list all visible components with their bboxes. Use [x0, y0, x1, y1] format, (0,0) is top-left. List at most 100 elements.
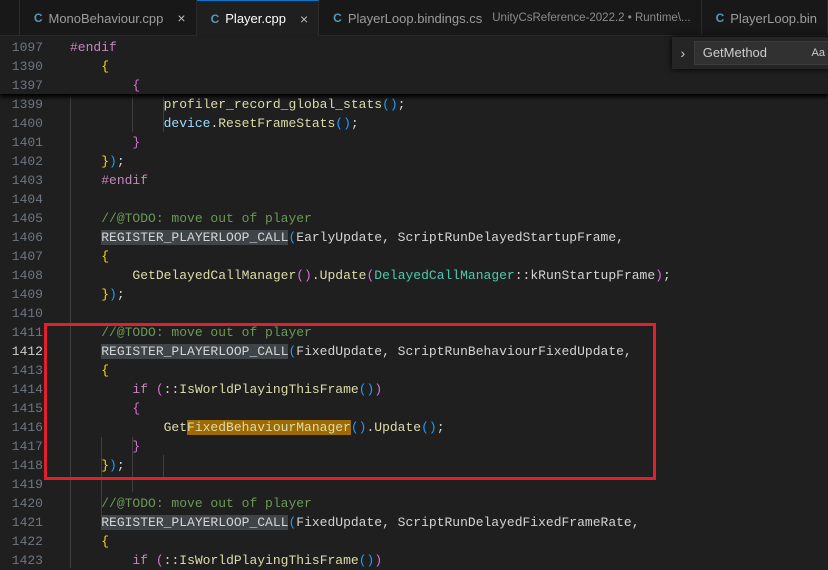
code-line[interactable]: 1410 [0, 304, 828, 323]
line-code: //@TODO: move out of player [70, 494, 312, 513]
code-editor[interactable]: 1097#endif1390 {1397 { 13981399 profiler… [0, 37, 828, 568]
line-number: 1399 [11, 97, 43, 112]
cpp-file-icon: C [715, 11, 725, 25]
line-code: if (::IsWorldPlayingThisFrame()) [70, 551, 382, 570]
line-number: 1401 [11, 135, 43, 150]
line-number: 1411 [11, 325, 43, 340]
tab-monobehaviour-cpp[interactable]: C MonoBehaviour.cpp × [20, 0, 197, 36]
line-number: 1423 [11, 553, 43, 568]
line-number: 1097 [11, 40, 43, 55]
code-line[interactable]: 1423 if (::IsWorldPlayingThisFrame()) [0, 551, 828, 570]
tab-label: PlayerLoop.bindings.cs [347, 10, 483, 26]
code-line[interactable]: 1397 { [0, 76, 828, 95]
code-line[interactable]: 1400 device.ResetFrameStats(); [0, 114, 828, 133]
line-code: REGISTER_PLAYERLOOP_CALL(EarlyUpdate, Sc… [70, 228, 624, 247]
code-token: #endif [70, 40, 117, 55]
find-input[interactable]: GetMethod Aa [693, 41, 828, 65]
code-token: REGISTER_PLAYERLOOP_CALL [101, 230, 289, 245]
line-number: 1416 [11, 420, 43, 435]
line-number: 1403 [11, 173, 43, 188]
code-line[interactable]: 1406 REGISTER_PLAYERLOOP_CALL(EarlyUpdat… [0, 228, 828, 247]
code-line[interactable]: 1422 { [0, 532, 828, 551]
code-line[interactable]: 1420 //@TODO: move out of player [0, 494, 828, 513]
line-number: 1407 [11, 249, 43, 264]
cpp-file-icon: C [210, 11, 220, 26]
code-token: ; [397, 97, 406, 112]
line-number: 1414 [11, 382, 43, 397]
line-number: 1419 [11, 477, 43, 492]
code-line[interactable]: 1408 GetDelayedCallManager().Update(Dela… [0, 266, 828, 285]
code-line[interactable]: 1399 profiler_record_global_stats(); [0, 95, 828, 114]
line-number: 1418 [11, 458, 43, 473]
code-line[interactable]: 1403 #endif [0, 171, 828, 190]
line-code: }); [70, 152, 125, 171]
code-token: ) [655, 268, 663, 283]
code-token: ; [662, 268, 671, 283]
editor-tab-bar: C MonoBehaviour.cpp × C Player.cpp × C PlayerLo… [0, 0, 828, 36]
code-line[interactable]: 1421 REGISTER_PLAYERLOOP_CALL(FixedUpdat… [0, 513, 828, 532]
tab-playerloop-bindings-cs[interactable]: C PlayerLoop.bindings.cs UnityCsReference-… [319, 0, 702, 36]
close-tab-icon[interactable]: × [177, 10, 185, 26]
code-line[interactable]: 1402 }); [0, 152, 828, 171]
code-line[interactable]: 1404 [0, 190, 828, 209]
tab-label: Player.cpp [225, 11, 286, 26]
line-number: 1413 [11, 363, 43, 378]
line-number: 1390 [11, 59, 43, 74]
code-token: :: [163, 553, 180, 568]
cpp-file-icon: C [33, 11, 43, 25]
code-line[interactable]: 1405 //@TODO: move out of player [0, 209, 828, 228]
code-token: //@TODO: move out of player [101, 496, 312, 511]
match-case-toggle[interactable]: Aa [812, 42, 825, 64]
line-code: GetDelayedCallManager().Update(DelayedCa… [70, 266, 671, 285]
code-token: } [132, 135, 141, 150]
code-token: #endif [101, 173, 149, 188]
tab-label: PlayerLoop.bin [730, 10, 817, 26]
code-line[interactable]: 1409 }); [0, 285, 828, 304]
line-number: 1417 [11, 439, 43, 454]
tab-playerloop-bin[interactable]: C PlayerLoop.bin [702, 0, 828, 36]
find-widget: › GetMethod Aa [672, 37, 828, 69]
code-token: ResetFrameStats [218, 116, 336, 131]
code-token: ; [116, 154, 125, 169]
line-number: 1415 [11, 401, 43, 416]
line-number: 1397 [11, 78, 43, 93]
close-tab-icon[interactable]: × [300, 11, 308, 27]
line-code: REGISTER_PLAYERLOOP_CALL(FixedUpdate, Sc… [70, 513, 640, 532]
code-token: () [358, 553, 375, 568]
code-token: ; [350, 116, 359, 131]
code-line[interactable]: 1401 } [0, 133, 828, 152]
line-code: } [70, 133, 140, 152]
line-number: 1405 [11, 211, 43, 226]
code-token: if [132, 553, 149, 568]
find-input-value: GetMethod [702, 45, 768, 60]
line-number: 1412 [11, 344, 43, 359]
tab-player-cpp[interactable]: C Player.cpp × [196, 0, 320, 36]
line-number: 1406 [11, 230, 43, 245]
toggle-replace-chevron-icon[interactable]: › [672, 45, 694, 61]
code-token: ; [116, 287, 125, 302]
code-token: Update [319, 268, 367, 283]
code-token: //@TODO: move out of player [101, 211, 312, 226]
code-token: ) [374, 553, 383, 568]
tab-label: MonoBehaviour.cpp [48, 10, 164, 26]
line-number: 1408 [11, 268, 43, 283]
code-token: . [311, 268, 320, 283]
line-number: 1421 [11, 515, 43, 530]
code-token: } [101, 154, 110, 169]
line-code: //@TODO: move out of player [70, 209, 312, 228]
indent-guide [132, 94, 133, 132]
code-line[interactable]: 1407 { [0, 247, 828, 266]
code-token: IsWorldPlayingThisFrame [179, 553, 359, 568]
